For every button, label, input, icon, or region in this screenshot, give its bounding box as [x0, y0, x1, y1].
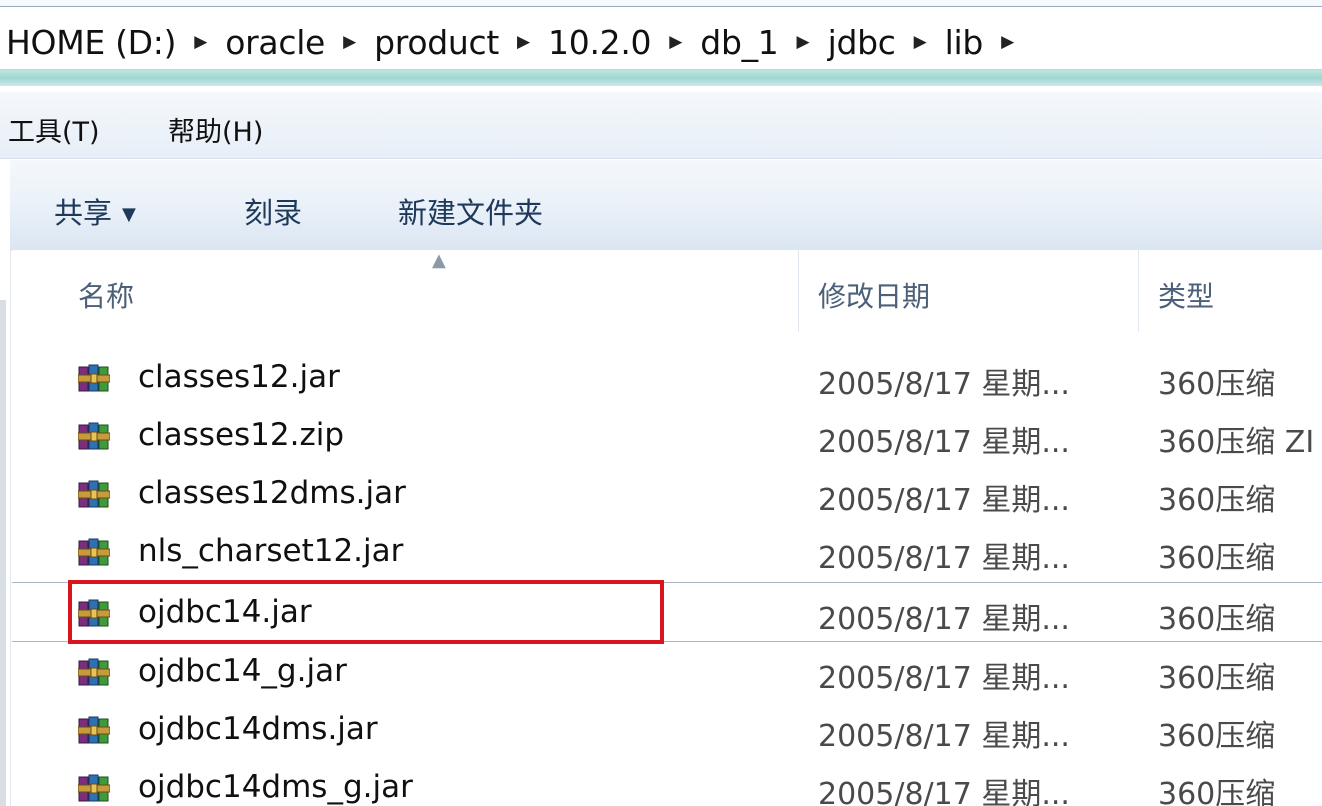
breadcrumb-item-jdbc[interactable]: jdbc	[828, 23, 896, 62]
breadcrumb-item-lib[interactable]: lib	[945, 23, 984, 62]
winrar-archive-icon	[78, 480, 110, 508]
breadcrumb-arrow-icon[interactable]: ▶	[669, 32, 682, 52]
new-folder-button[interactable]: 新建文件夹	[398, 190, 543, 232]
winrar-archive-icon	[78, 658, 110, 686]
breadcrumb-arrow-icon[interactable]: ▶	[1001, 32, 1014, 52]
burn-button[interactable]: 刻录	[244, 190, 302, 232]
breadcrumb: HOME (D:) ▶ oracle ▶ product ▶ 10.2.0 ▶ …	[6, 23, 1032, 62]
column-header-date[interactable]: 修改日期	[818, 275, 930, 315]
list-item[interactable]: ojdbc14_g.jar 2005/8/17 星期... 360压缩	[12, 642, 1322, 700]
pane-splitter[interactable]	[0, 300, 6, 806]
breadcrumb-item-version[interactable]: 10.2.0	[548, 23, 651, 62]
column-header-type[interactable]: 类型	[1158, 275, 1214, 315]
file-name: ojdbc14dms.jar	[138, 711, 378, 747]
breadcrumb-item-db1[interactable]: db_1	[700, 23, 779, 62]
file-name: ojdbc14_g.jar	[138, 653, 347, 689]
winrar-archive-icon	[78, 364, 110, 392]
list-item[interactable]: ojdbc14.jar 2005/8/17 星期... 360压缩	[12, 582, 1322, 642]
file-date: 2005/8/17 星期...	[818, 367, 1070, 402]
address-field[interactable]: HOME (D:) ▶ oracle ▶ product ▶ 10.2.0 ▶ …	[0, 6, 1322, 70]
list-item[interactable]: ojdbc14dms.jar 2005/8/17 星期... 360压缩	[12, 700, 1322, 758]
share-button[interactable]: 共享 ▼	[54, 190, 136, 232]
breadcrumb-arrow-icon[interactable]: ▶	[797, 32, 810, 52]
dropdown-arrow-icon: ▼	[122, 204, 136, 225]
list-item[interactable]: classes12dms.jar 2005/8/17 星期... 360压缩	[12, 464, 1322, 522]
file-date: 2005/8/17 星期...	[818, 661, 1070, 696]
address-bar: HOME (D:) ▶ oracle ▶ product ▶ 10.2.0 ▶ …	[0, 0, 1322, 86]
breadcrumb-arrow-icon[interactable]: ▶	[343, 32, 356, 52]
list-item[interactable]: classes12.zip 2005/8/17 星期... 360压缩 ZI	[12, 406, 1322, 464]
breadcrumb-item-oracle[interactable]: oracle	[225, 23, 325, 62]
share-label: 共享	[54, 196, 113, 230]
file-name: classes12.zip	[138, 417, 345, 453]
column-divider[interactable]	[1138, 250, 1139, 332]
winrar-archive-icon	[78, 774, 110, 802]
winrar-archive-icon	[78, 538, 110, 566]
file-type: 360压缩	[1158, 483, 1276, 518]
list-item[interactable]: classes12.jar 2005/8/17 星期... 360压缩	[12, 348, 1322, 406]
column-divider[interactable]	[798, 250, 799, 332]
winrar-archive-icon	[78, 716, 110, 744]
sort-ascending-icon: ▲	[432, 250, 446, 271]
breadcrumb-item-drive[interactable]: HOME (D:)	[6, 23, 176, 62]
file-name: classes12dms.jar	[138, 475, 406, 511]
menu-bar: 工具(T) 帮助(H)	[0, 92, 1322, 159]
winrar-archive-icon	[78, 422, 110, 450]
menu-tools[interactable]: 工具(T)	[8, 110, 100, 149]
file-type: 360压缩	[1158, 719, 1276, 754]
breadcrumb-arrow-icon[interactable]: ▶	[194, 32, 207, 52]
column-header-name[interactable]: 名称	[78, 275, 134, 315]
file-date: 2005/8/17 星期...	[818, 602, 1070, 637]
file-name: classes12.jar	[138, 359, 340, 395]
column-header-row: ▲ 名称 修改日期 类型	[12, 250, 1322, 332]
breadcrumb-arrow-icon[interactable]: ▶	[517, 32, 530, 52]
file-date: 2005/8/17 星期...	[818, 777, 1070, 806]
file-date: 2005/8/17 星期...	[818, 483, 1070, 518]
menu-help[interactable]: 帮助(H)	[168, 110, 263, 149]
file-type: 360压缩	[1158, 602, 1276, 637]
file-type: 360压缩	[1158, 777, 1276, 806]
file-date: 2005/8/17 星期...	[818, 541, 1070, 576]
file-type: 360压缩	[1158, 661, 1276, 696]
command-bar: 共享 ▼ 刻录 新建文件夹	[10, 160, 1322, 251]
file-type: 360压缩	[1158, 367, 1276, 402]
address-bar-glow	[0, 70, 1322, 86]
file-type: 360压缩 ZI	[1158, 425, 1315, 460]
file-date: 2005/8/17 星期...	[818, 719, 1070, 754]
explorer-window: HOME (D:) ▶ oracle ▶ product ▶ 10.2.0 ▶ …	[0, 0, 1322, 806]
file-date: 2005/8/17 星期...	[818, 425, 1070, 460]
file-name: nls_charset12.jar	[138, 533, 404, 569]
file-type: 360压缩	[1158, 541, 1276, 576]
list-item[interactable]: nls_charset12.jar 2005/8/17 星期... 360压缩	[12, 522, 1322, 580]
file-name: ojdbc14.jar	[138, 594, 312, 630]
winrar-archive-icon	[78, 599, 110, 627]
breadcrumb-item-product[interactable]: product	[374, 23, 499, 62]
breadcrumb-arrow-icon[interactable]: ▶	[914, 32, 927, 52]
list-item[interactable]: ojdbc14dms_g.jar 2005/8/17 星期... 360压缩	[12, 758, 1322, 806]
file-name: ojdbc14dms_g.jar	[138, 769, 413, 805]
